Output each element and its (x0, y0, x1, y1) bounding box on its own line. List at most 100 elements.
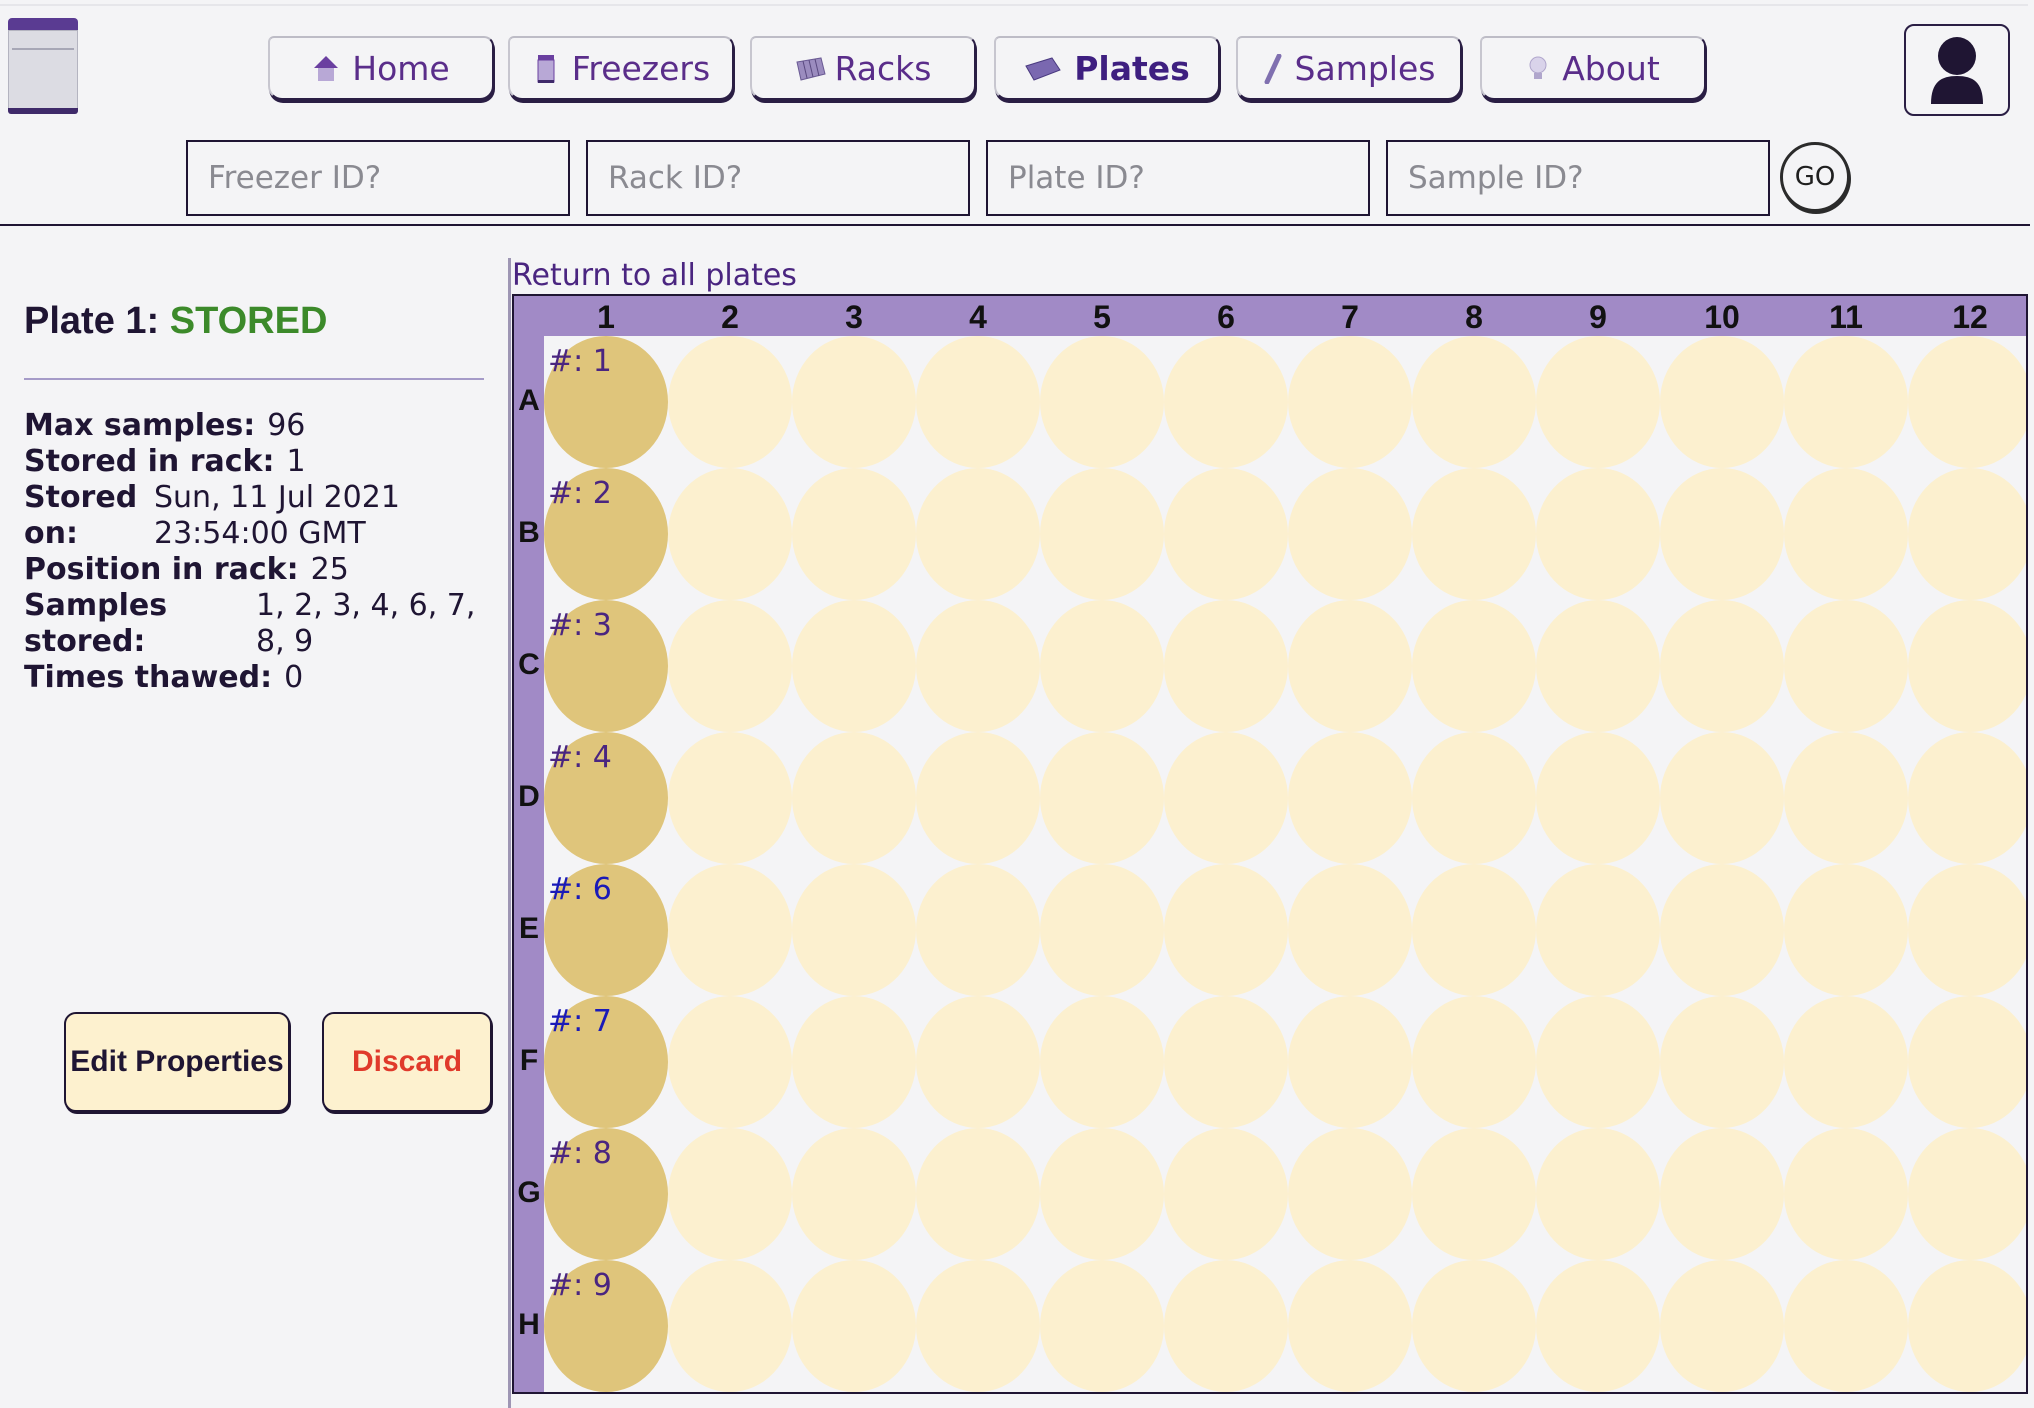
well-E7[interactable] (1288, 864, 1412, 996)
well-B5[interactable] (1040, 468, 1164, 600)
well-D2[interactable] (668, 732, 792, 864)
well-H4[interactable] (916, 1260, 1040, 1392)
well-E12[interactable] (1908, 864, 2026, 996)
well-A6[interactable] (1164, 336, 1288, 468)
well-E10[interactable] (1660, 864, 1784, 996)
well-G9[interactable] (1536, 1128, 1660, 1260)
well-F12[interactable] (1908, 996, 2026, 1128)
well-A9[interactable] (1536, 336, 1660, 468)
well-A8[interactable] (1412, 336, 1536, 468)
well-F8[interactable] (1412, 996, 1536, 1128)
well-G12[interactable] (1908, 1128, 2026, 1260)
return-to-plates-link[interactable]: Return to all plates (512, 258, 797, 293)
well-C12[interactable] (1908, 600, 2026, 732)
well-F7[interactable] (1288, 996, 1412, 1128)
well-F2[interactable] (668, 996, 792, 1128)
well-H12[interactable] (1908, 1260, 2026, 1392)
well-E5[interactable] (1040, 864, 1164, 996)
well-D6[interactable] (1164, 732, 1288, 864)
well-D7[interactable] (1288, 732, 1412, 864)
freezer-id-select[interactable] (186, 140, 623, 216)
well-E4[interactable] (916, 864, 1040, 996)
well-H2[interactable] (668, 1260, 792, 1392)
well-C10[interactable] (1660, 600, 1784, 732)
well-D10[interactable] (1660, 732, 1784, 864)
well-H7[interactable] (1288, 1260, 1412, 1392)
nav-tab-samples[interactable]: Samples (1236, 36, 1462, 100)
well-E2[interactable] (668, 864, 792, 996)
well-C4[interactable] (916, 600, 1040, 732)
well-C6[interactable] (1164, 600, 1288, 732)
well-D5[interactable] (1040, 732, 1164, 864)
well-F10[interactable] (1660, 996, 1784, 1128)
well-D11[interactable] (1784, 732, 1908, 864)
well-B11[interactable] (1784, 468, 1908, 600)
well-A12[interactable] (1908, 336, 2026, 468)
well-D1[interactable]: #: 4 (544, 732, 668, 864)
well-D8[interactable] (1412, 732, 1536, 864)
edit-properties-button[interactable]: Edit Properties (64, 1012, 290, 1112)
nav-tab-racks[interactable]: Racks (750, 36, 976, 100)
well-H6[interactable] (1164, 1260, 1288, 1392)
well-B8[interactable] (1412, 468, 1536, 600)
well-D3[interactable] (792, 732, 916, 864)
well-B3[interactable] (792, 468, 916, 600)
well-C2[interactable] (668, 600, 792, 732)
sample-id-select[interactable] (1386, 140, 1823, 216)
well-B10[interactable] (1660, 468, 1784, 600)
well-A10[interactable] (1660, 336, 1784, 468)
well-B6[interactable] (1164, 468, 1288, 600)
well-A3[interactable] (792, 336, 916, 468)
well-A7[interactable] (1288, 336, 1412, 468)
plate-id-select[interactable] (986, 140, 1423, 216)
well-E3[interactable] (792, 864, 916, 996)
well-C11[interactable] (1784, 600, 1908, 732)
well-G1[interactable]: #: 8 (544, 1128, 668, 1260)
well-A2[interactable] (668, 336, 792, 468)
well-H9[interactable] (1536, 1260, 1660, 1392)
well-A5[interactable] (1040, 336, 1164, 468)
nav-tab-about[interactable]: About (1480, 36, 1706, 100)
well-F4[interactable] (916, 996, 1040, 1128)
well-G10[interactable] (1660, 1128, 1784, 1260)
well-C3[interactable] (792, 600, 916, 732)
nav-tab-home[interactable]: Home (268, 36, 494, 100)
nav-tab-freezers[interactable]: Freezers (508, 36, 734, 100)
well-D12[interactable] (1908, 732, 2026, 864)
well-G4[interactable] (916, 1128, 1040, 1260)
well-G6[interactable] (1164, 1128, 1288, 1260)
plate-id-input[interactable] (988, 142, 1399, 214)
well-B4[interactable] (916, 468, 1040, 600)
rack-id-input[interactable] (588, 142, 999, 214)
well-G7[interactable] (1288, 1128, 1412, 1260)
freezer-logo-icon[interactable] (8, 18, 78, 114)
nav-tab-plates[interactable]: Plates (994, 36, 1220, 100)
well-B7[interactable] (1288, 468, 1412, 600)
well-C7[interactable] (1288, 600, 1412, 732)
well-E8[interactable] (1412, 864, 1536, 996)
well-H11[interactable] (1784, 1260, 1908, 1392)
well-A1[interactable]: #: 1 (544, 336, 668, 468)
well-D9[interactable] (1536, 732, 1660, 864)
well-B1[interactable]: #: 2 (544, 468, 668, 600)
well-B9[interactable] (1536, 468, 1660, 600)
well-G11[interactable] (1784, 1128, 1908, 1260)
well-C1[interactable]: #: 3 (544, 600, 668, 732)
well-G3[interactable] (792, 1128, 916, 1260)
well-C8[interactable] (1412, 600, 1536, 732)
well-D4[interactable] (916, 732, 1040, 864)
well-B12[interactable] (1908, 468, 2026, 600)
well-H8[interactable] (1412, 1260, 1536, 1392)
well-H3[interactable] (792, 1260, 916, 1392)
well-E9[interactable] (1536, 864, 1660, 996)
well-E11[interactable] (1784, 864, 1908, 996)
well-H1[interactable]: #: 9 (544, 1260, 668, 1392)
well-B2[interactable] (668, 468, 792, 600)
well-F1[interactable]: #: 7 (544, 996, 668, 1128)
well-C9[interactable] (1536, 600, 1660, 732)
well-A4[interactable] (916, 336, 1040, 468)
well-H10[interactable] (1660, 1260, 1784, 1392)
freezer-id-input[interactable] (188, 142, 599, 214)
well-F3[interactable] (792, 996, 916, 1128)
well-F9[interactable] (1536, 996, 1660, 1128)
